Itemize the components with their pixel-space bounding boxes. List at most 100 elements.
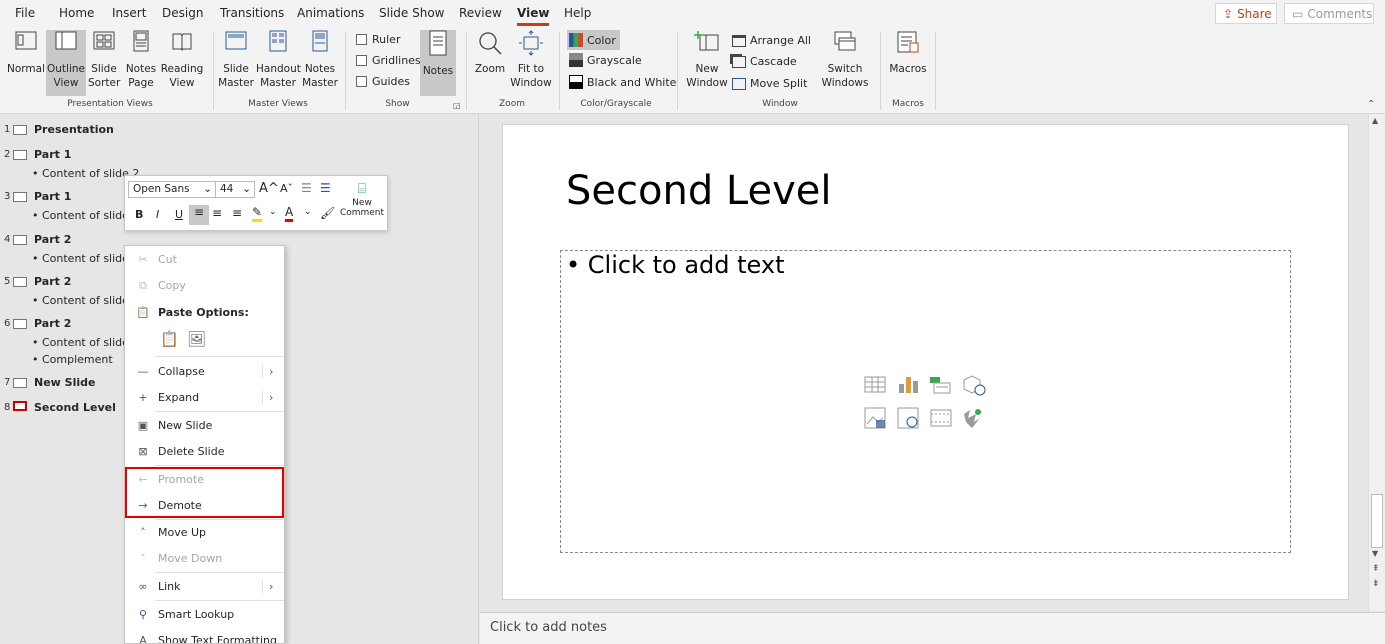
new-comment-button[interactable]: ⌸ New Comment bbox=[337, 180, 387, 218]
scroll-thumb[interactable] bbox=[1371, 494, 1383, 548]
outline-view-button[interactable]: Outline View bbox=[46, 30, 86, 96]
outline-slide-title[interactable]: Presentation bbox=[34, 123, 114, 136]
font-size-select[interactable]: 44⌄ bbox=[215, 181, 255, 198]
scroll-down-icon[interactable]: ▼ bbox=[1372, 549, 1378, 558]
outline-bullet[interactable]: • Content of slide bbox=[32, 209, 129, 222]
outline-slide-title[interactable]: Second Level bbox=[34, 401, 116, 414]
slide-icon[interactable] bbox=[13, 277, 27, 287]
slide-icon[interactable] bbox=[13, 192, 27, 202]
scroll-up-icon[interactable]: ▲ bbox=[1372, 116, 1378, 125]
insert-video-icon[interactable] bbox=[931, 410, 951, 426]
bold-button[interactable]: B bbox=[135, 208, 143, 221]
insert-3d-model-icon[interactable] bbox=[964, 376, 985, 395]
share-button[interactable]: ⇪Share bbox=[1215, 3, 1277, 24]
grow-font-button[interactable]: A^ bbox=[259, 181, 279, 196]
align-center-icon[interactable]: ≡ bbox=[212, 206, 222, 220]
outline-bullet[interactable]: • Content of slide bbox=[32, 336, 129, 349]
align-left-icon[interactable]: ≡ bbox=[189, 205, 209, 225]
tab-help[interactable]: Help bbox=[564, 6, 591, 20]
copy-menu-item[interactable]: ⧉Copy bbox=[125, 273, 284, 298]
new-slide-menu-item[interactable]: ▣New Slide bbox=[125, 413, 284, 438]
tab-design[interactable]: Design bbox=[162, 6, 203, 20]
decrease-indent-icon[interactable]: ☰ bbox=[301, 181, 312, 195]
tab-view[interactable]: View bbox=[517, 6, 549, 20]
guides-checkbox[interactable]: Guides bbox=[356, 75, 410, 88]
chevron-down-icon[interactable]: ⌄ bbox=[304, 207, 312, 217]
highlight-icon[interactable]: ✎ bbox=[252, 205, 262, 222]
underline-button[interactable]: U bbox=[175, 208, 183, 221]
paste-picture-icon[interactable]: 🖼 bbox=[187, 330, 206, 348]
tab-slide-show[interactable]: Slide Show bbox=[379, 6, 444, 20]
insert-table-icon[interactable] bbox=[865, 377, 885, 392]
slide-title[interactable]: Second Level bbox=[566, 168, 832, 214]
move-split-button[interactable]: Move Split bbox=[732, 77, 807, 90]
notes-toggle-button[interactable]: Notes bbox=[420, 30, 456, 96]
arrange-all-button[interactable]: Arrange All bbox=[732, 34, 811, 47]
vertical-scrollbar[interactable]: ▲ ▼ ⇞ ⇟ bbox=[1368, 114, 1385, 611]
slide-icon[interactable] bbox=[13, 150, 27, 160]
switch-windows-button[interactable]: Switch Windows bbox=[816, 30, 874, 96]
slide-icon[interactable] bbox=[13, 378, 27, 388]
delete-slide-menu-item[interactable]: ⊠Delete Slide bbox=[125, 439, 284, 464]
color-button[interactable]: Color bbox=[567, 30, 620, 50]
insert-online-picture-icon[interactable] bbox=[898, 408, 918, 428]
outline-slide-title[interactable]: Part 2 bbox=[34, 317, 71, 330]
increase-indent-icon[interactable]: ☰ bbox=[320, 181, 331, 195]
black-and-white-button[interactable]: Black and White bbox=[569, 75, 676, 89]
move-up-menu-item[interactable]: ˄Move Up bbox=[125, 520, 284, 545]
handout-master-button[interactable]: Handout Master bbox=[256, 30, 300, 96]
outline-slide-title[interactable]: New Slide bbox=[34, 376, 95, 389]
outline-slide-title[interactable]: Part 2 bbox=[34, 233, 71, 246]
show-text-formatting-menu-item[interactable]: AShow Text Formatting bbox=[125, 628, 284, 644]
previous-slide-icon[interactable]: ⇞ bbox=[1372, 564, 1380, 574]
slide-icon-selected[interactable] bbox=[13, 401, 27, 411]
font-color-icon[interactable]: A bbox=[285, 205, 293, 222]
insert-smartart-icon[interactable] bbox=[930, 377, 950, 393]
outline-bullet[interactable]: • Content of slide bbox=[32, 294, 129, 307]
insert-chart-icon[interactable] bbox=[899, 377, 918, 393]
tab-file[interactable]: File bbox=[15, 6, 35, 20]
reading-view-button[interactable]: Reading View bbox=[160, 30, 204, 96]
tab-review[interactable]: Review bbox=[459, 6, 502, 20]
notes-page-button[interactable]: Notes Page bbox=[124, 30, 158, 96]
collapse-ribbon-icon[interactable]: ⌃ bbox=[1367, 99, 1375, 110]
insert-picture-icon[interactable] bbox=[865, 408, 885, 428]
link-menu-item[interactable]: ∞Link› bbox=[125, 574, 284, 599]
font-name-select[interactable]: Open Sans⌄ bbox=[128, 181, 216, 198]
notes-pane[interactable]: Click to add notes bbox=[480, 612, 1385, 644]
notes-master-button[interactable]: Notes Master bbox=[302, 30, 338, 96]
slide-master-button[interactable]: Slide Master bbox=[218, 30, 254, 96]
smart-lookup-menu-item[interactable]: ⚲Smart Lookup bbox=[125, 602, 284, 627]
insert-icons-icon[interactable] bbox=[964, 409, 981, 428]
outline-slide-title[interactable]: Part 1 bbox=[34, 148, 71, 161]
outline-slide-title[interactable]: Part 2 bbox=[34, 275, 71, 288]
expand-menu-item[interactable]: +Expand› bbox=[125, 385, 284, 410]
slide-icon[interactable] bbox=[13, 319, 27, 329]
content-placeholder-text[interactable]: • Click to add text bbox=[566, 251, 785, 279]
macros-button[interactable]: Macros bbox=[886, 30, 930, 96]
notes-placeholder[interactable]: Click to add notes bbox=[490, 620, 607, 635]
normal-view-button[interactable]: Normal bbox=[6, 30, 46, 96]
next-slide-icon[interactable]: ⇟ bbox=[1372, 579, 1380, 589]
tab-animations[interactable]: Animations bbox=[297, 6, 364, 20]
tab-home[interactable]: Home bbox=[59, 6, 94, 20]
outline-slide-title[interactable]: Part 1 bbox=[34, 190, 71, 203]
slide-icon[interactable] bbox=[13, 125, 27, 135]
collapse-menu-item[interactable]: —Collapse› bbox=[125, 359, 284, 384]
dialog-launcher-icon[interactable]: ◲ bbox=[453, 101, 461, 110]
slide-sorter-button[interactable]: Slide Sorter bbox=[88, 30, 120, 96]
tab-insert[interactable]: Insert bbox=[112, 6, 146, 20]
chevron-down-icon[interactable]: ⌄ bbox=[269, 207, 277, 217]
outline-bullet[interactable]: • Complement bbox=[32, 353, 113, 366]
align-right-icon[interactable]: ≡ bbox=[232, 206, 242, 220]
shrink-font-button[interactable]: Aˇ bbox=[280, 182, 293, 195]
format-painter-icon[interactable]: 🖌 bbox=[320, 206, 335, 220]
cut-menu-item[interactable]: ✂Cut bbox=[125, 247, 284, 272]
italic-button[interactable]: I bbox=[156, 208, 159, 221]
move-down-menu-item[interactable]: ˅Move Down bbox=[125, 546, 284, 571]
tab-transitions[interactable]: Transitions bbox=[220, 6, 284, 20]
slide-icon[interactable] bbox=[13, 235, 27, 245]
cascade-button[interactable]: Cascade bbox=[732, 55, 797, 68]
grayscale-button[interactable]: Grayscale bbox=[569, 53, 642, 67]
ruler-checkbox[interactable]: Ruler bbox=[356, 33, 400, 46]
